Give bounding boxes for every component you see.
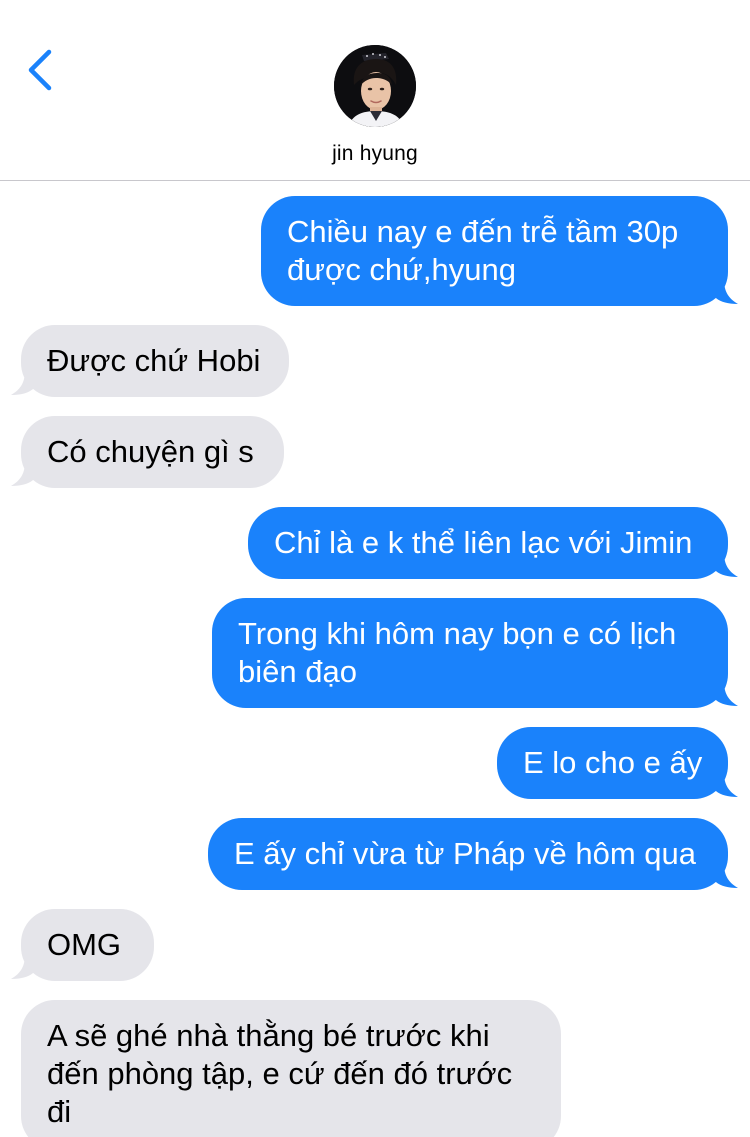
message-line: đi — [47, 1094, 72, 1129]
incoming-message-bubble[interactable]: OMG — [11, 909, 154, 981]
chevron-left-icon — [28, 49, 52, 91]
messages-screen: jin hyung Chiều nay e đến trễ tầm 30p đư… — [0, 0, 750, 1137]
outgoing-message-bubble[interactable]: E lo cho e ấy — [497, 727, 738, 799]
bubble-tail — [708, 282, 738, 304]
contact-avatar[interactable] — [334, 45, 416, 127]
message-line: Có chuyện gì s — [47, 434, 254, 469]
conversation-header: jin hyung — [0, 0, 750, 181]
message-line: Chiều nay e đến trễ tầm 30p — [287, 214, 679, 249]
outgoing-message-bubble[interactable]: Chiều nay e đến trễ tầm 30p được chứ,hyu… — [261, 196, 738, 306]
message-line: đến phòng tập, e cứ đến đó trước — [47, 1056, 513, 1091]
outgoing-message-bubble[interactable]: E ấy chỉ vừa từ Pháp về hôm qua — [208, 818, 738, 890]
message-line: được chứ,hyung — [287, 252, 517, 287]
bubble-tail — [11, 957, 41, 979]
contact-name[interactable]: jin hyung — [0, 142, 750, 166]
bubble-tail — [11, 464, 41, 486]
avatar-image — [334, 45, 416, 127]
bubble-tail — [708, 775, 738, 797]
bubble-tail — [11, 373, 41, 395]
incoming-message-bubble[interactable]: Có chuyện gì s — [11, 416, 284, 488]
incoming-message-bubble[interactable]: Được chứ Hobi — [11, 325, 289, 397]
bubble-tail — [708, 684, 738, 706]
incoming-message-bubble[interactable]: A sẽ ghé nhà thằng bé trước khi đến phòn… — [21, 1000, 561, 1137]
outgoing-message-bubble[interactable]: Chỉ là e k thể liên lạc với Jimin — [248, 507, 738, 579]
outgoing-message-bubble[interactable]: Trong khi hôm nay bọn e có lịch biên đạo — [212, 598, 738, 708]
message-line: Được chứ Hobi — [47, 343, 261, 378]
message-line: OMG — [47, 927, 122, 962]
message-line: A sẽ ghé nhà thằng bé trước khi — [47, 1018, 490, 1053]
back-button[interactable] — [18, 44, 62, 96]
bubble-tail — [708, 555, 738, 577]
message-line: Trong khi hôm nay bọn e có lịch — [238, 616, 677, 651]
bubble-tail — [708, 866, 738, 888]
message-line: E lo cho e ấy — [523, 745, 703, 780]
message-line: Chỉ là e k thể liên lạc với Jimin — [274, 525, 693, 560]
message-line: biên đạo — [238, 654, 357, 689]
message-line: E ấy chỉ vừa từ Pháp về hôm qua — [234, 836, 696, 871]
